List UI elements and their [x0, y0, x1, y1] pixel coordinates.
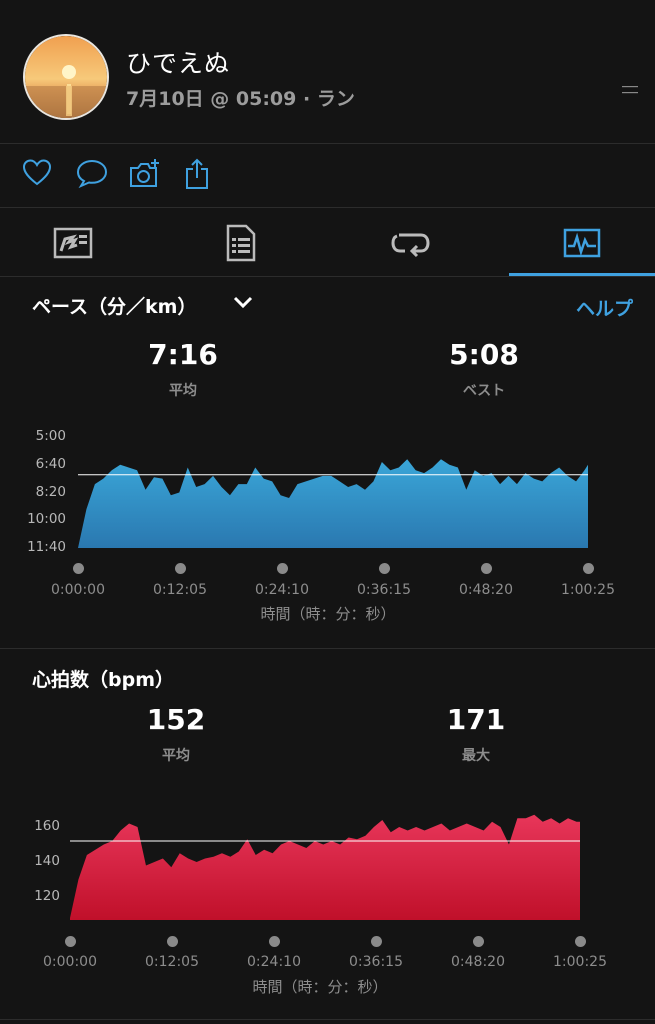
pace-avg-value: 7:16: [148, 338, 218, 371]
pace-x-tick: 0:12:05: [153, 582, 207, 598]
pace-chart: [78, 459, 588, 548]
heart-avg-label: 平均: [162, 748, 190, 764]
heart-x-tick-dot: [370, 936, 382, 947]
heart-max-label: 最大: [462, 748, 490, 764]
bottom-divider: [0, 1019, 655, 1020]
details-icon: [226, 224, 255, 262]
pace-x-tick-dot: [582, 563, 594, 574]
heart-area: [70, 814, 580, 920]
help-link[interactable]: ヘルプ: [576, 294, 633, 321]
heart-x-tick-dot: [472, 936, 484, 947]
pace-x-tick-dot: [174, 563, 186, 574]
comment-icon[interactable]: [76, 158, 108, 190]
heart-x-tick: 0:00:00: [43, 954, 97, 970]
heart-x-tick: 1:00:25: [553, 954, 607, 970]
pace-title: ペース（分／km）: [32, 296, 197, 318]
laps-icon: [390, 233, 430, 258]
pace-divider: [0, 648, 655, 649]
pace-x-axis-title: 時間（時：分：秒）: [260, 605, 396, 623]
pace-x-tick-dot: [276, 563, 288, 574]
tab-charts[interactable]: [509, 212, 654, 274]
pace-y-tick: 5:00: [35, 428, 66, 444]
chevron-down-icon[interactable]: [232, 294, 254, 314]
summary-icon: [53, 227, 92, 259]
pace-x-tick-dot: [480, 563, 492, 574]
heart-x-tick: 0:12:05: [145, 954, 199, 970]
heart-y-tick: 120: [34, 888, 60, 904]
pace-x-tick-dot: [378, 563, 390, 574]
pace-x-tick: 1:00:25: [561, 582, 615, 598]
header-divider: [0, 143, 655, 144]
heart-icon[interactable]: [22, 158, 52, 190]
heart-x-tick-dot: [64, 936, 76, 947]
pace-y-tick: 11:40: [27, 539, 66, 555]
tabs-divider: [0, 276, 655, 277]
avatar[interactable]: [23, 34, 109, 120]
pace-y-tick: 10:00: [27, 511, 66, 528]
heart-y-tick: 160: [34, 818, 60, 834]
heart-x-tick-dot: [268, 936, 280, 947]
heart-x-tick-dot: [166, 936, 178, 947]
heart-x-tick: 0:24:10: [247, 954, 301, 970]
heart-y-tick: 140: [34, 853, 60, 869]
heart-max-value: 171: [446, 703, 506, 736]
heart-x-tick: 0:36:15: [349, 954, 403, 970]
pace-y-tick: 8:20: [35, 483, 66, 500]
pace-area: [78, 459, 588, 548]
pace-x-tick-dot: [72, 563, 84, 574]
pace-x-tick: 0:00:00: [51, 582, 105, 598]
heart-x-tick: 0:48:20: [451, 954, 505, 970]
activity-meta: 7月10日 @ 05:09 · ラン: [126, 88, 355, 110]
pace-x-tick: 0:24:10: [255, 582, 309, 598]
heart-avg-value: 152: [146, 703, 206, 736]
heart-title: 心拍数（bpm）: [32, 669, 174, 691]
pace-x-tick: 0:48:20: [459, 582, 513, 598]
pace-best-value: 5:08: [449, 338, 519, 371]
actions-divider: [0, 207, 655, 208]
charts-icon: [563, 228, 600, 258]
heart-x-axis-title: 時間（時：分：秒）: [252, 978, 388, 996]
pace-avg-label: 平均: [169, 383, 197, 399]
tab-summary[interactable]: [0, 212, 145, 274]
share-icon[interactable]: [184, 158, 214, 190]
user-name[interactable]: ひでえぬ: [126, 44, 230, 80]
heart-chart: [70, 814, 580, 920]
tab-details[interactable]: [168, 212, 313, 274]
pace-best-label: ベスト: [462, 383, 506, 399]
add-photo-icon[interactable]: [128, 158, 159, 190]
pace-x-tick: 0:36:15: [357, 582, 411, 598]
heart-x-tick-dot: [574, 936, 586, 947]
tab-laps[interactable]: [338, 212, 483, 274]
pace-y-tick: 6:40: [35, 455, 66, 472]
more-icon[interactable]: [622, 80, 638, 99]
